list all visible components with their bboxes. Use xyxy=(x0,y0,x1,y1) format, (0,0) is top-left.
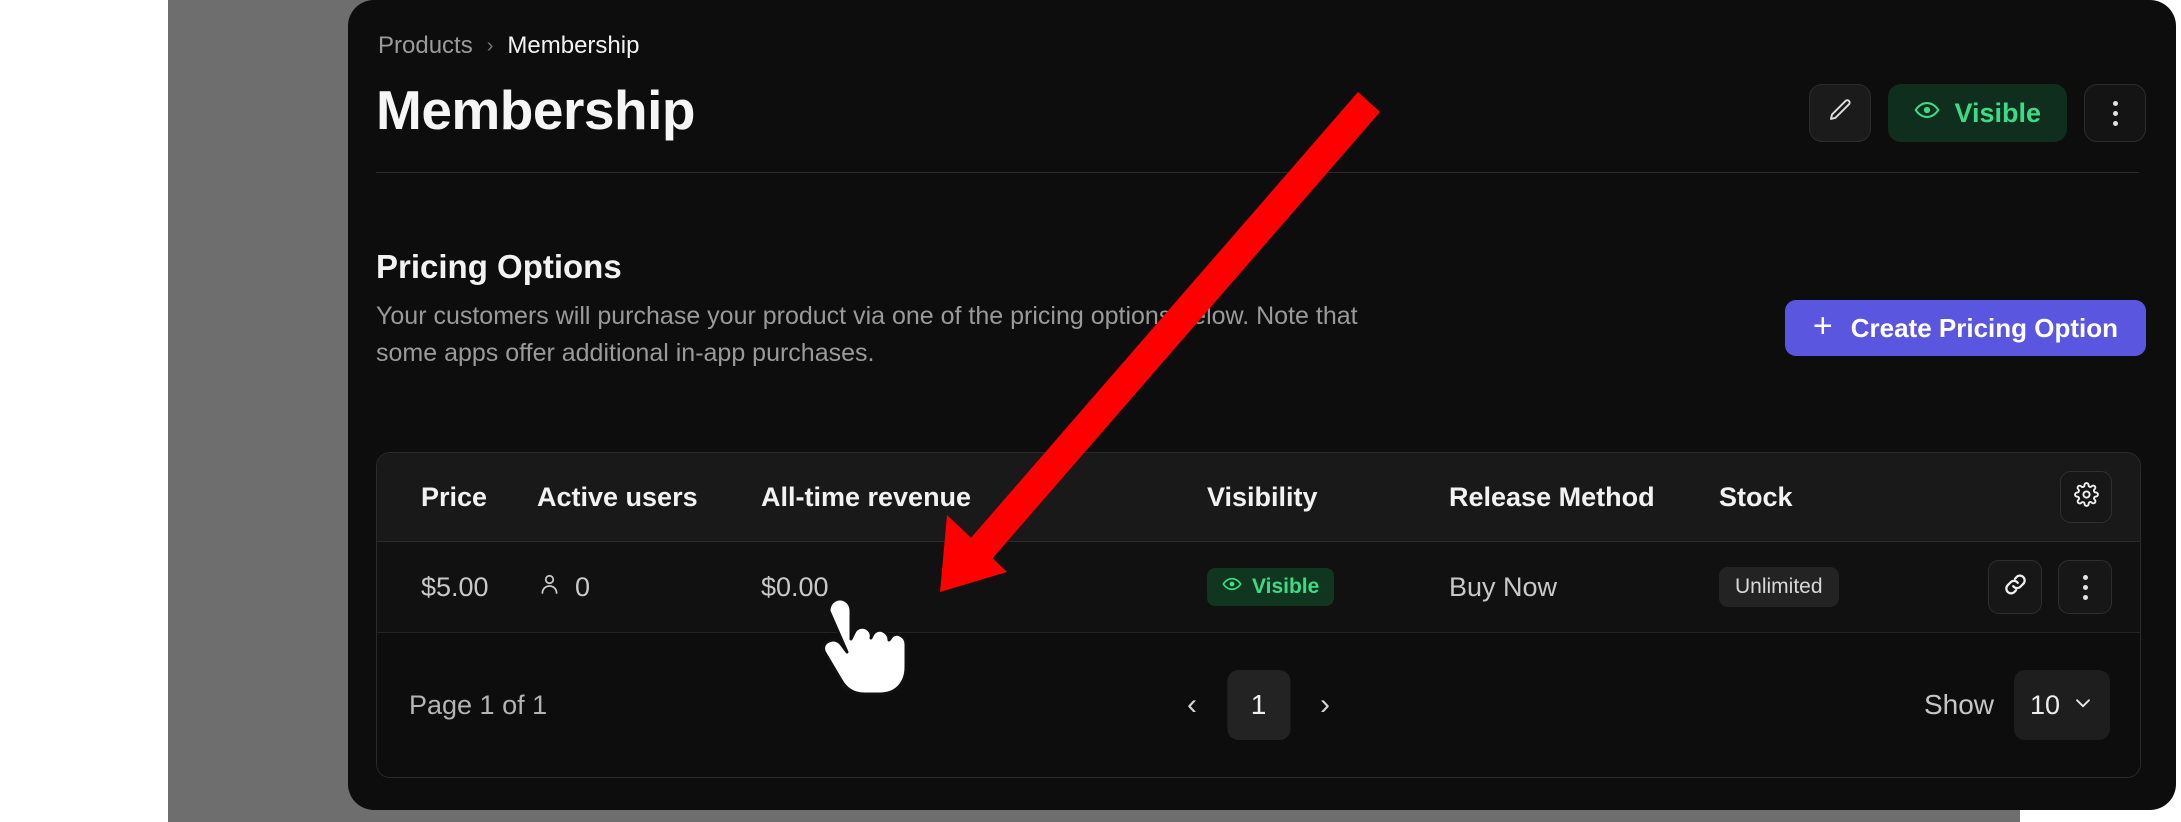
copy-link-button[interactable] xyxy=(1988,560,2042,614)
column-header-active-users: Active users xyxy=(537,481,698,512)
show-label: Show xyxy=(1923,689,1994,720)
pagination-page-1[interactable]: 1 xyxy=(1227,670,1290,740)
pricing-options-table: Price Active users All-time revenue Visi… xyxy=(376,452,2141,778)
status-badge-label: Visible xyxy=(1252,575,1320,598)
cell-release-method: Buy Now xyxy=(1449,571,1558,602)
chevron-down-icon xyxy=(2072,690,2094,721)
breadcrumb-products[interactable]: Products xyxy=(378,32,473,60)
cell-active-users: 0 xyxy=(537,572,590,603)
plus-icon: + xyxy=(1812,307,1833,345)
product-more-menu-button[interactable] xyxy=(2084,84,2146,142)
breadcrumb: Products › Membership xyxy=(378,32,639,60)
column-header-visibility: Visibility xyxy=(1207,481,1318,512)
table-header-row: Price Active users All-time revenue Visi… xyxy=(377,453,2140,542)
column-header-all-time-revenue: All-time revenue xyxy=(761,481,972,512)
stock-chip: Unlimited xyxy=(1719,567,1839,607)
pencil-icon xyxy=(1827,97,1854,129)
create-pricing-option-button[interactable]: + Create Pricing Option xyxy=(1784,300,2146,356)
app-panel: Products › Membership Membership Visible… xyxy=(348,0,2176,810)
link-icon xyxy=(2002,571,2029,603)
rows-per-page: Show 10 xyxy=(1924,670,2110,740)
column-header-price: Price xyxy=(421,481,488,512)
gear-icon xyxy=(2073,482,2099,512)
table-footer: Page 1 of 1 ‹ 1 › Show 10 xyxy=(377,633,2140,777)
cell-active-users-value: 0 xyxy=(575,571,591,602)
visibility-label: Visible xyxy=(1954,97,2041,128)
edit-product-button[interactable] xyxy=(1809,84,1872,142)
row-more-menu-button[interactable] xyxy=(2058,560,2112,614)
header-divider xyxy=(376,172,2139,173)
kebab-menu-icon xyxy=(2112,100,2118,126)
page-title: Membership xyxy=(376,79,695,141)
page-indicator: Page 1 of 1 xyxy=(409,689,548,720)
eye-icon xyxy=(1914,97,1940,130)
status-badge-visible[interactable]: Visible xyxy=(1207,568,1335,606)
cell-stock: Unlimited xyxy=(1719,567,1839,607)
chevron-right-icon[interactable]: › xyxy=(1312,690,1338,720)
eye-icon xyxy=(1222,574,1242,600)
pagination: ‹ 1 › xyxy=(1179,670,1338,740)
kebab-menu-icon xyxy=(2082,574,2088,600)
person-icon xyxy=(537,572,562,602)
header-actions: Visible xyxy=(1809,84,2146,142)
browser-frame: Products › Membership Membership Visible… xyxy=(168,0,2176,822)
cell-visibility: Visible xyxy=(1207,568,1335,606)
visibility-toggle-button[interactable]: Visible xyxy=(1888,84,2067,142)
rows-per-page-select[interactable]: 10 xyxy=(2014,670,2110,740)
cell-all-time-revenue: $0.00 xyxy=(761,571,829,602)
table-settings-button[interactable] xyxy=(2060,471,2112,523)
column-header-stock: Stock xyxy=(1719,481,1793,512)
table-row[interactable]: $5.00 0 $0.00 Visible Buy Now Unlimited xyxy=(377,542,2140,633)
breadcrumb-membership[interactable]: Membership xyxy=(507,32,639,60)
section-title: Pricing Options xyxy=(376,248,622,285)
breadcrumb-separator-icon: › xyxy=(486,34,494,57)
section-description: Your customers will purchase your produc… xyxy=(376,302,1358,367)
column-header-release-method: Release Method xyxy=(1449,481,1655,512)
create-pricing-option-label: Create Pricing Option xyxy=(1850,312,2118,343)
cell-price: $5.00 xyxy=(421,571,489,602)
chevron-left-icon[interactable]: ‹ xyxy=(1179,690,1205,720)
rows-per-page-value: 10 xyxy=(2029,689,2061,720)
